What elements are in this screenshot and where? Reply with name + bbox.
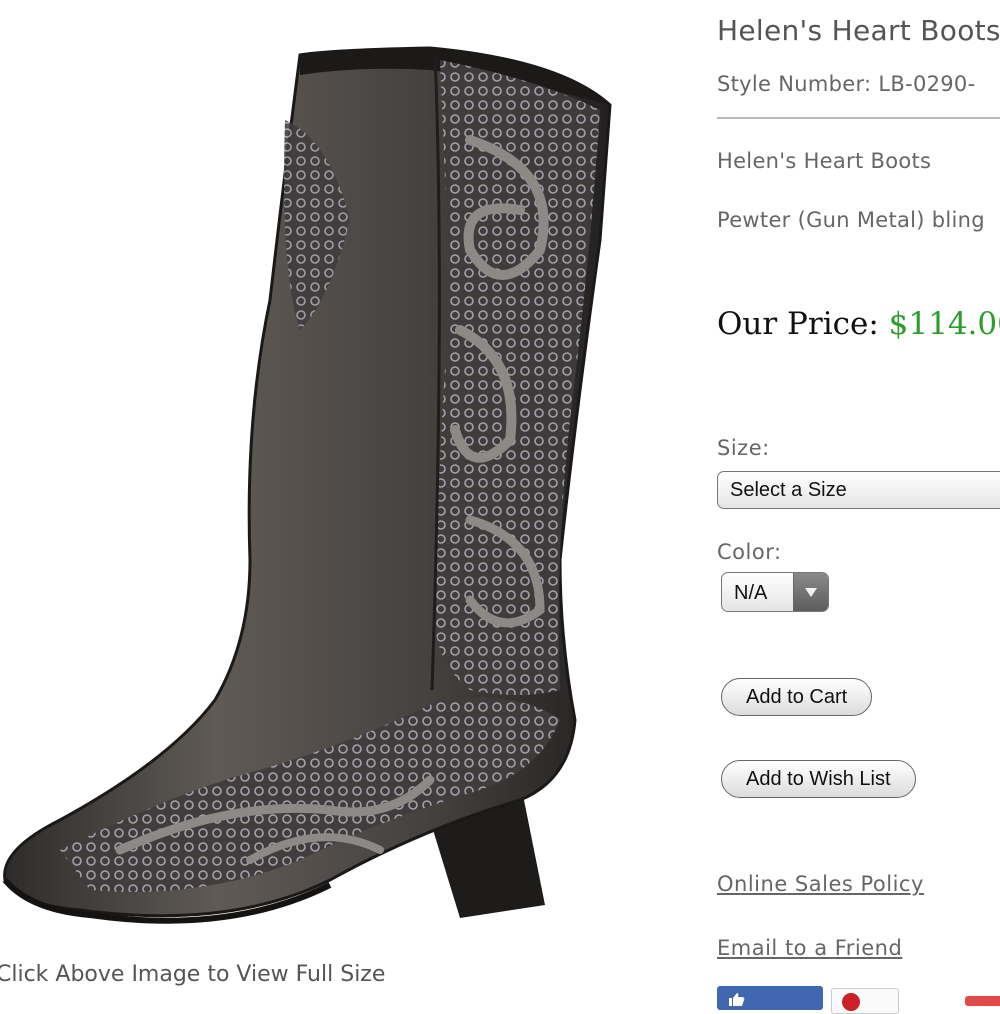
size-label: Size:: [717, 436, 770, 460]
divider: [717, 117, 1000, 119]
style-number: Style Number: LB-0290-: [717, 72, 976, 96]
price-value: $114.00: [888, 306, 1000, 342]
dropdown-arrow-icon[interactable]: [793, 573, 828, 611]
product-title: Helen's Heart Boots: [717, 14, 1000, 47]
share-button[interactable]: [965, 996, 1000, 1006]
pinterest-icon: [842, 993, 860, 1011]
facebook-like-icon: [729, 993, 745, 1006]
pinterest-button[interactable]: [831, 988, 899, 1014]
add-to-cart-button[interactable]: Add to Cart: [721, 678, 873, 716]
email-to-friend-link[interactable]: Email to a Friend: [717, 936, 902, 960]
triangle-down-icon: [805, 588, 817, 597]
color-select-value: N/A: [734, 582, 768, 604]
size-select[interactable]: Select a Size: [717, 471, 1000, 509]
add-to-wishlist-button[interactable]: Add to Wish List: [721, 760, 916, 798]
boot-image: [2, 46, 612, 924]
image-caption[interactable]: Click Above Image to View Full Size: [0, 962, 385, 987]
price-label: Our Price:: [717, 306, 879, 342]
color-label: Color:: [717, 540, 782, 564]
price: Our Price: $114.00: [717, 306, 1000, 342]
color-select[interactable]: N/A: [721, 572, 829, 612]
online-sales-policy-link[interactable]: Online Sales Policy: [717, 872, 924, 896]
product-image[interactable]: [0, 0, 700, 960]
size-select-value: Select a Size: [730, 479, 847, 501]
description-text: Pewter (Gun Metal) bling: [717, 208, 985, 232]
facebook-like-button[interactable]: [717, 986, 823, 1010]
description-title: Helen's Heart Boots: [717, 149, 932, 173]
